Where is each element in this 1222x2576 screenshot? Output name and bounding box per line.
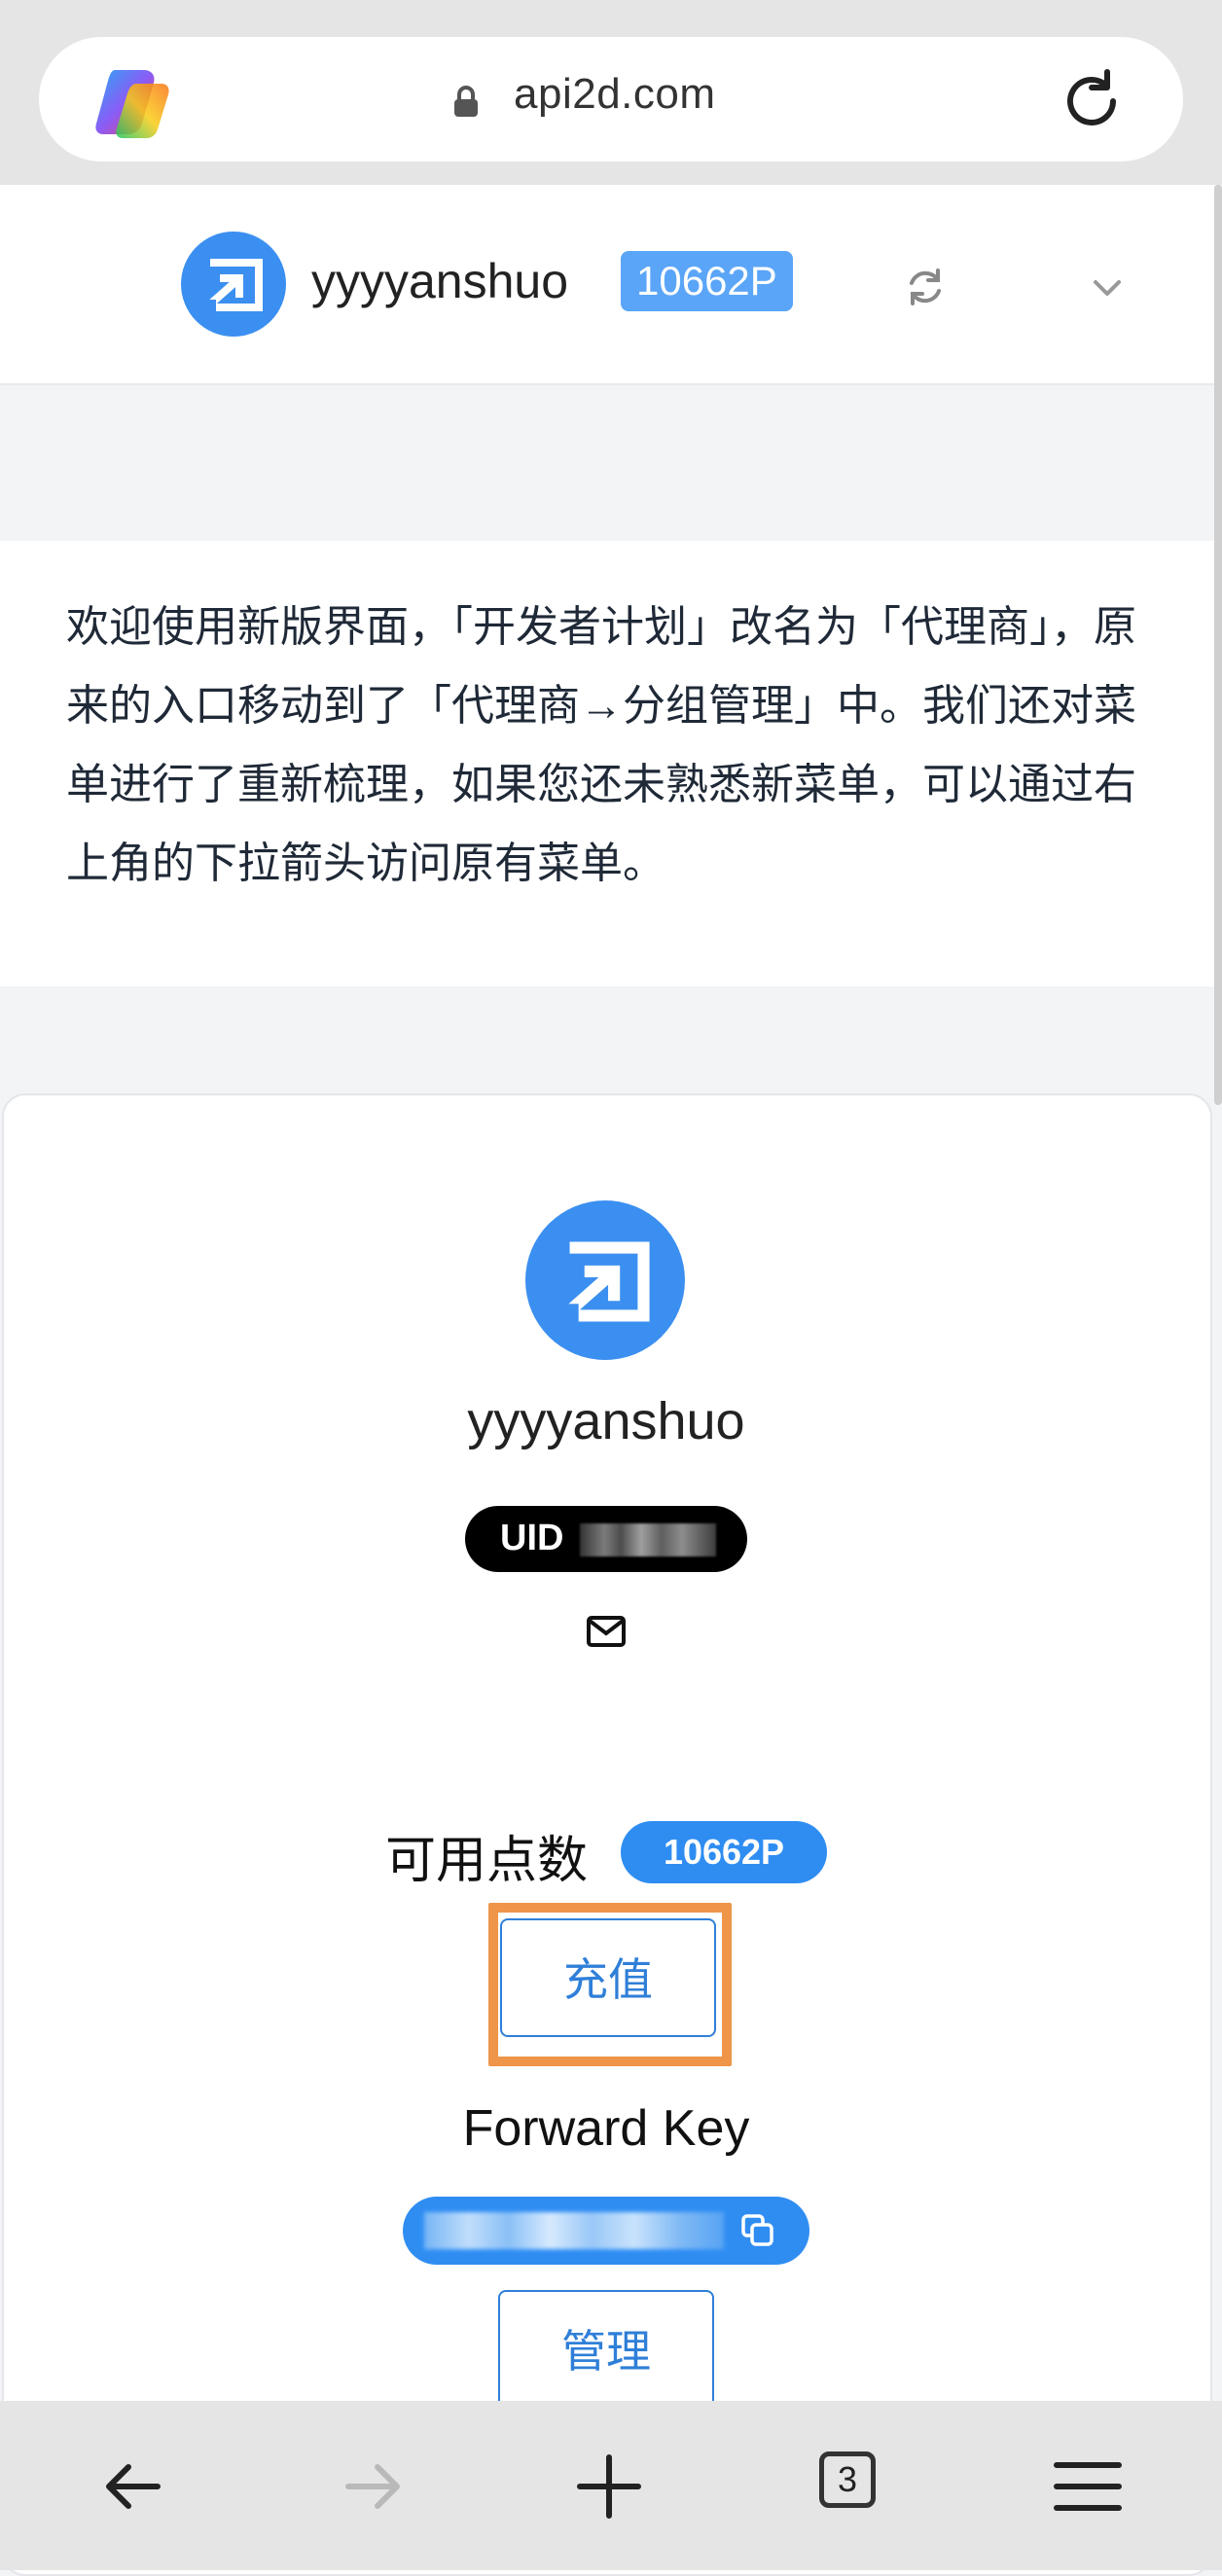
new-tab-plus-icon[interactable] — [572, 2450, 646, 2523]
forward-key-field[interactable] — [403, 2197, 809, 2265]
url-text: api2d.com — [514, 70, 716, 118]
uid-badge: UID — [465, 1506, 747, 1572]
copilot-icon[interactable] — [93, 64, 171, 138]
lock-icon — [454, 86, 478, 117]
tabs-count-button[interactable]: 3 — [819, 2451, 876, 2508]
forward-key-label: Forward Key — [462, 2100, 750, 2157]
header-username[interactable]: yyyyanshuo — [311, 253, 568, 309]
manage-button[interactable]: 管理 — [498, 2290, 714, 2409]
points-badge: 10662P — [621, 251, 793, 311]
page-scrollbar[interactable] — [1214, 185, 1222, 1105]
browser-bottom-bar: 3 — [0, 2401, 1222, 2570]
site-header: yyyyanshuo 10662P — [0, 185, 1214, 385]
menu-hamburger-icon[interactable] — [1051, 2450, 1125, 2523]
avatar[interactable] — [181, 232, 286, 337]
chevron-down-icon[interactable] — [1088, 268, 1127, 307]
recharge-button[interactable]: 充值 — [500, 1918, 716, 2037]
forward-arrow-icon[interactable] — [335, 2450, 409, 2523]
refresh-icon[interactable] — [901, 263, 950, 311]
copy-icon[interactable] — [739, 2212, 776, 2249]
points-label: 可用点数 — [385, 1833, 589, 1889]
browser-top-bar: api2d.com — [0, 0, 1222, 185]
profile-username: yyyyanshuo — [467, 1392, 745, 1450]
notice-panel: 欢迎使用新版界面，「开发者计划」改名为「代理商」，原来的入口移动到了「代理商→分… — [0, 541, 1214, 986]
reload-icon[interactable] — [1057, 66, 1127, 136]
forward-key-redacted — [424, 2212, 724, 2249]
back-arrow-icon[interactable] — [97, 2450, 171, 2523]
notice-text: 欢迎使用新版界面，「开发者计划」改名为「代理商」，原来的入口移动到了「代理商→分… — [66, 603, 1136, 887]
profile-avatar — [525, 1200, 685, 1360]
uid-label: UID — [500, 1518, 564, 1558]
mail-icon[interactable] — [586, 1615, 627, 1648]
uid-value-redacted — [580, 1523, 716, 1556]
points-value-badge: 10662P — [621, 1821, 827, 1883]
